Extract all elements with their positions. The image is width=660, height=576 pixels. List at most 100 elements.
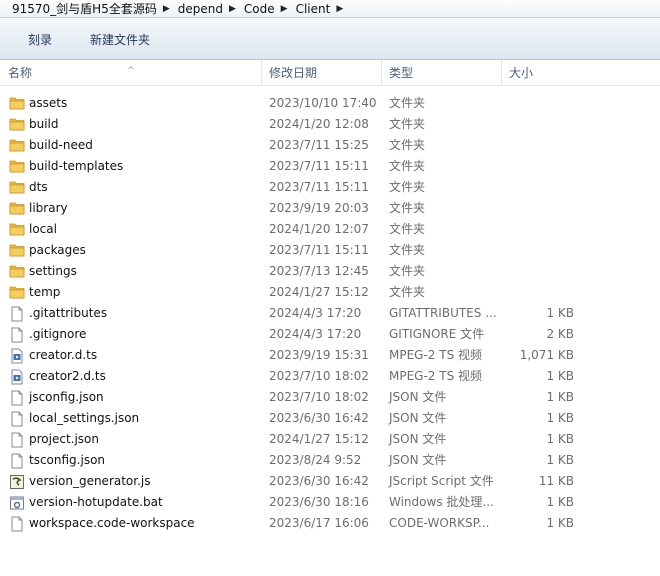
column-header-name[interactable]: 名称 ^ [0,60,262,86]
file-type: 文件夹 [389,243,426,257]
file-modified-date: 2023/7/11 15:11 [269,180,369,194]
file-type: 文件夹 [389,264,426,278]
file-list-item[interactable]: project.json 2024/1/27 15:12 JSON 文件 1 KB [0,429,660,450]
batch-file-icon [9,492,25,513]
burn-button[interactable]: 刻录 [22,28,58,51]
file-name: version-hotupdate.bat [29,495,163,509]
file-type: 文件夹 [389,180,426,194]
file-name: packages [29,243,86,257]
column-header-size[interactable]: 大小 [502,60,602,86]
file-list-item[interactable]: .gitattributes 2024/4/3 17:20 GITATTRIBUTE… [0,303,660,324]
chevron-right-icon[interactable]: ▶ [229,4,236,14]
file-name: jsconfig.json [29,390,104,404]
breadcrumb-item[interactable]: depend [178,2,223,16]
folder-icon [9,177,25,198]
file-modified-date: 2023/8/24 9:52 [269,453,362,467]
file-type: JScript Script 文件 [389,474,494,488]
column-header-date[interactable]: 修改日期 [262,60,382,86]
video-file-icon [9,345,25,366]
file-name: temp [29,285,61,299]
file-size: 1 KB [546,453,574,467]
file-list-item[interactable]: assets 2023/10/10 17:40 文件夹 [0,93,660,114]
file-list-item[interactable]: packages 2023/7/11 15:11 文件夹 [0,240,660,261]
file-name: build-templates [29,159,124,173]
file-list-item[interactable]: version_generator.js 2023/6/30 16:42 JScri… [0,471,660,492]
chevron-right-icon[interactable]: ▶ [336,4,343,14]
file-size: 1,071 KB [519,348,574,362]
file-list-item[interactable]: dts 2023/7/11 15:11 文件夹 [0,177,660,198]
file-type: 文件夹 [389,96,426,110]
file-name: local_settings.json [29,411,140,425]
file-name: dts [29,180,48,194]
file-size: 1 KB [546,516,574,530]
file-modified-date: 2024/1/27 15:12 [269,432,369,446]
file-list-item[interactable]: build-need 2023/7/11 15:25 文件夹 [0,135,660,156]
file-icon [9,429,25,450]
file-modified-date: 2023/6/17 16:06 [269,516,369,530]
file-name: tsconfig.json [29,453,106,467]
breadcrumb-item[interactable]: Code [244,2,275,16]
file-name: assets [29,96,68,110]
file-modified-date: 2023/7/11 15:11 [269,159,369,173]
file-size: 1 KB [546,495,574,509]
file-type: 文件夹 [389,159,426,173]
breadcrumb-item[interactable]: 91570_剑与盾H5全套源码 [12,0,157,17]
column-header-name-label: 名称 [8,66,33,80]
file-type: 文件夹 [389,285,426,299]
file-name: build-need [29,138,93,152]
file-list-item[interactable]: settings 2023/7/13 12:45 文件夹 [0,261,660,282]
file-type: JSON 文件 [389,390,447,404]
file-list-item[interactable]: temp 2024/1/27 15:12 文件夹 [0,282,660,303]
file-icon [9,513,25,534]
chevron-right-icon[interactable]: ▶ [281,4,288,14]
file-icon [9,303,25,324]
file-list-item[interactable]: library 2023/9/19 20:03 文件夹 [0,198,660,219]
file-modified-date: 2023/6/30 16:42 [269,474,369,488]
file-modified-date: 2023/7/10 18:02 [269,369,369,383]
file-list-item[interactable]: version-hotupdate.bat 2023/6/30 18:16 Wind… [0,492,660,513]
file-name: workspace.code-workspace [29,516,195,530]
column-header-size-label: 大小 [509,66,534,80]
file-size: 1 KB [546,306,574,320]
file-modified-date: 2023/9/19 20:03 [269,201,369,215]
file-modified-date: 2023/10/10 17:40 [269,96,377,110]
file-modified-date: 2023/6/30 16:42 [269,411,369,425]
new-folder-button[interactable]: 新建文件夹 [84,28,156,51]
address-bar[interactable]: 91570_剑与盾H5全套源码 ▶ depend ▶ Code ▶ Client… [0,0,660,18]
file-list-item[interactable]: workspace.code-workspace 2023/6/17 16:06 C… [0,513,660,534]
file-list-item[interactable]: build-templates 2023/7/11 15:11 文件夹 [0,156,660,177]
column-header-type-label: 类型 [389,66,414,80]
file-list-item[interactable]: local 2024/1/20 12:07 文件夹 [0,219,660,240]
chevron-right-icon[interactable]: ▶ [163,4,170,14]
file-type: CODE-WORKSP... [389,516,490,530]
breadcrumb-item[interactable]: Client [296,2,331,16]
sort-ascending-icon: ^ [127,66,135,76]
file-type: JSON 文件 [389,432,447,446]
folder-icon [9,282,25,303]
file-list-item[interactable]: .gitignore 2024/4/3 17:20 GITIGNORE 文件 2 KB [0,324,660,345]
file-name: local [29,222,57,236]
file-name: build [29,117,59,131]
folder-icon [9,93,25,114]
folder-icon [9,261,25,282]
file-list-item[interactable]: creator.d.ts 2023/9/19 15:31 MPEG-2 TS 视频 1… [0,345,660,366]
file-icon [9,387,25,408]
column-header-date-label: 修改日期 [269,66,318,80]
file-list-item[interactable]: build 2024/1/20 12:08 文件夹 [0,114,660,135]
folder-icon [9,198,25,219]
file-list-item[interactable]: tsconfig.json 2023/8/24 9:52 JSON 文件 1 KB [0,450,660,471]
file-list-item[interactable]: jsconfig.json 2023/7/10 18:02 JSON 文件 1 KB [0,387,660,408]
file-size: 2 KB [546,327,574,341]
folder-icon [9,135,25,156]
file-modified-date: 2024/1/27 15:12 [269,285,369,299]
column-header: 名称 ^ 修改日期 类型 大小 [0,60,660,86]
column-header-type[interactable]: 类型 [382,60,502,86]
file-type: GITIGNORE 文件 [389,327,485,341]
file-name: .gitattributes [29,306,108,320]
file-size: 1 KB [546,411,574,425]
file-modified-date: 2024/1/20 12:08 [269,117,369,131]
file-list-item[interactable]: local_settings.json 2023/6/30 16:42 JSON 文… [0,408,660,429]
file-type: 文件夹 [389,222,426,236]
file-modified-date: 2023/7/11 15:25 [269,138,369,152]
file-list-item[interactable]: creator2.d.ts 2023/7/10 18:02 MPEG-2 TS 视频… [0,366,660,387]
